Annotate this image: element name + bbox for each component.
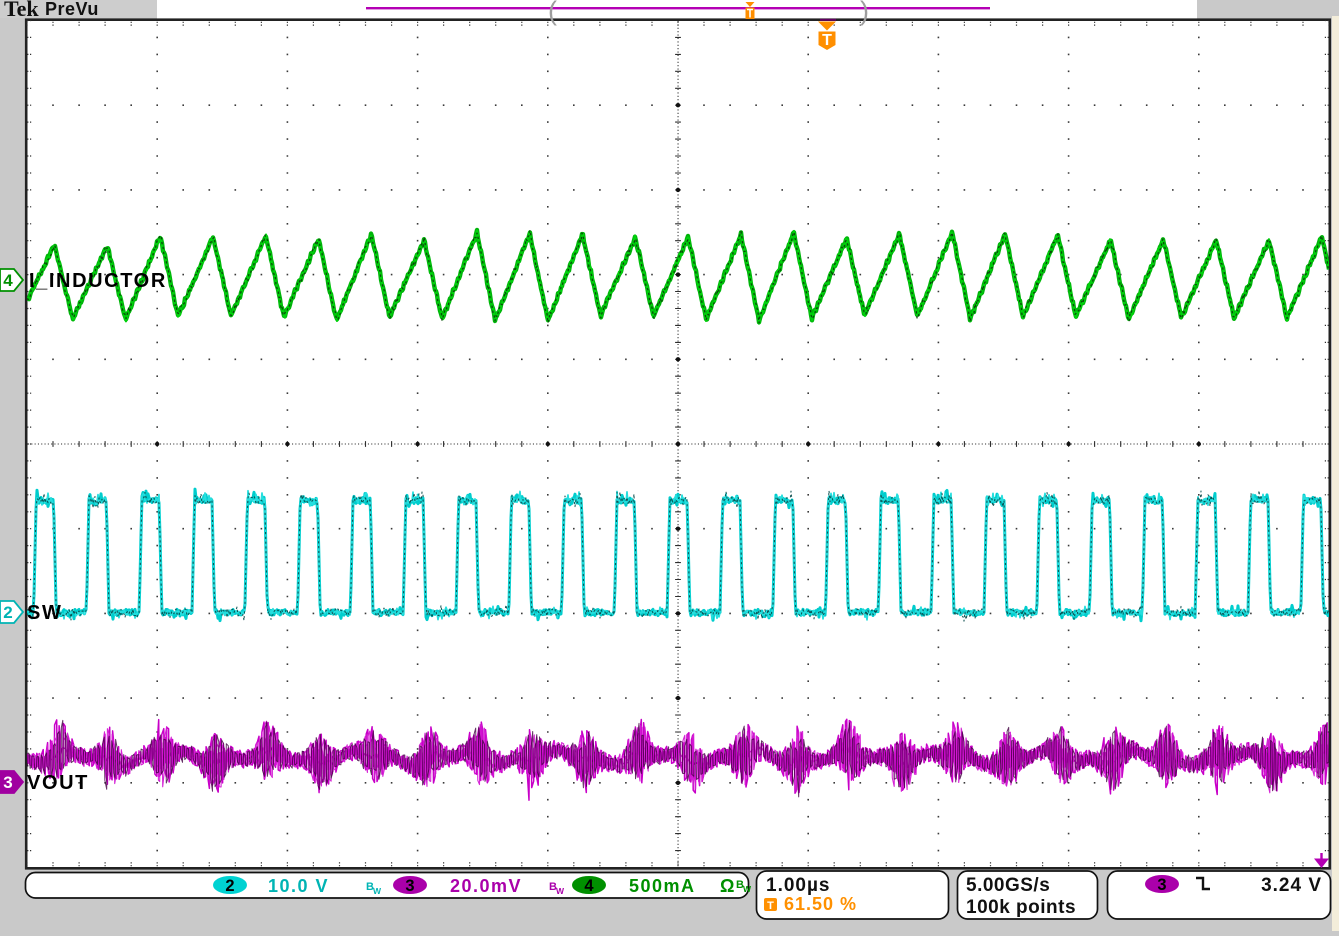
svg-text:2: 2 [3, 603, 12, 622]
svg-text:1.00µs: 1.00µs [766, 875, 831, 896]
svg-text:SW: SW [27, 602, 62, 624]
svg-text:3: 3 [3, 773, 12, 792]
svg-text:4: 4 [3, 271, 13, 290]
svg-text:(: ( [548, 0, 557, 26]
svg-text:T: T [822, 32, 832, 49]
svg-text:W: W [373, 886, 382, 896]
svg-text:10.0 V: 10.0 V [268, 876, 329, 896]
svg-text:Ω: Ω [720, 876, 734, 896]
svg-text:T: T [767, 900, 774, 912]
svg-text:4: 4 [584, 877, 594, 895]
svg-text:3: 3 [405, 877, 414, 895]
svg-text:5.00GS/s: 5.00GS/s [966, 875, 1050, 896]
svg-text:Tek: Tek [4, 0, 39, 21]
svg-text:2: 2 [225, 877, 234, 895]
svg-text:3.24 V: 3.24 V [1261, 875, 1322, 896]
svg-text:): ) [860, 0, 869, 26]
svg-text:3: 3 [1157, 876, 1166, 894]
svg-text:100k points: 100k points [966, 897, 1076, 918]
svg-text:500mA: 500mA [629, 876, 696, 896]
svg-text:PreVu: PreVu [45, 0, 99, 19]
svg-text:I_INDUCTOR: I_INDUCTOR [29, 270, 167, 292]
svg-text:20.0mV: 20.0mV [450, 876, 522, 896]
svg-text:61.50 %: 61.50 % [784, 894, 857, 914]
svg-text:VOUT: VOUT [27, 772, 89, 794]
svg-text:W: W [556, 886, 565, 896]
svg-text:W: W [743, 884, 752, 894]
